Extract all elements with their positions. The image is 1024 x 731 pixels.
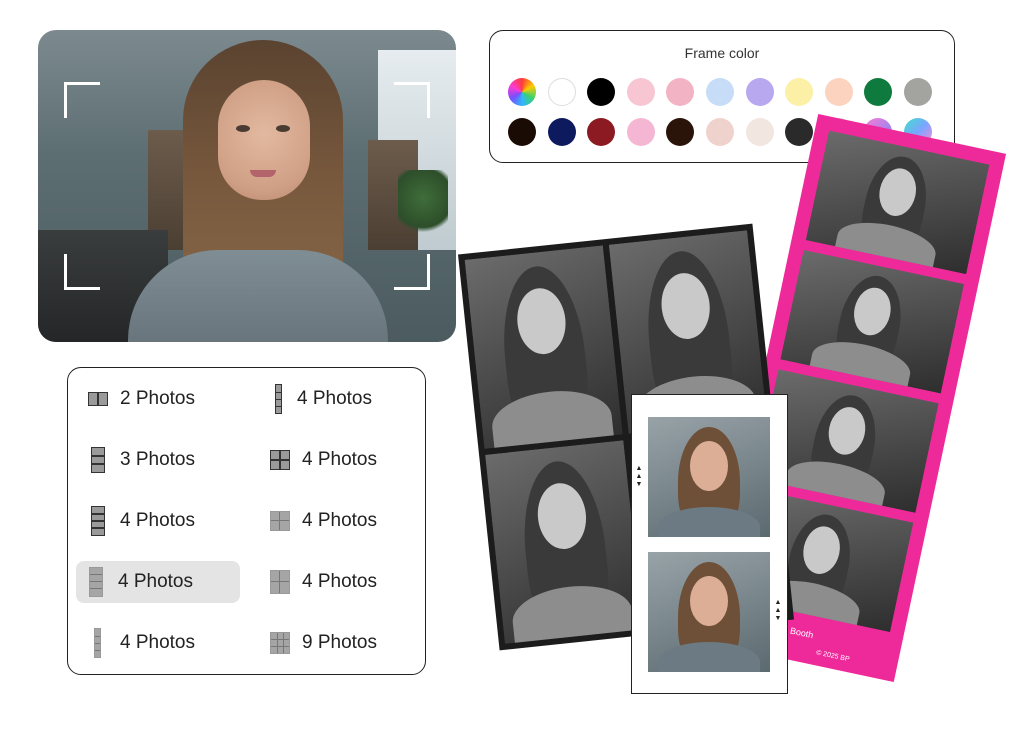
strip-copyright: © 2025 BP <box>815 649 851 664</box>
layout-4-strip-thin-icon <box>275 384 282 414</box>
color-swatch[interactable] <box>666 78 695 106</box>
color-swatch[interactable] <box>587 78 616 106</box>
layout-option-9-photos[interactable]: 9 Photos <box>260 622 377 664</box>
viewfinder-corner-top-left <box>64 82 100 118</box>
color-swatch[interactable] <box>706 78 734 106</box>
color-swatch[interactable] <box>626 78 655 106</box>
layout-4-grid-icon <box>270 450 290 470</box>
color-swatch[interactable] <box>587 118 616 146</box>
camera-preview <box>38 30 456 342</box>
color-swatch[interactable] <box>745 78 774 106</box>
color-swatch[interactable] <box>904 78 932 106</box>
layout-9-grid-icon <box>270 632 290 654</box>
layout-4-vertical-light-icon <box>89 567 103 597</box>
viewfinder-corner-bottom-right <box>394 254 430 290</box>
layout-option-3-photos[interactable]: 3 Photos <box>78 439 195 481</box>
layout-option-4-photos-grid-light[interactable]: 4 Photos <box>260 500 377 542</box>
white-color-strip: ▲ ▲ ▼ ▲ ▲ ▼ <box>631 394 788 694</box>
color-swatch[interactable] <box>785 118 814 146</box>
frame-color-title: Frame color <box>684 45 760 61</box>
color-swatch[interactable] <box>824 78 853 106</box>
reorder-arrows-icon[interactable]: ▲ ▲ ▼ <box>774 599 782 623</box>
layout-options-panel: 2 Photos 4 Photos 3 Photos 4 Photos 4 Ph… <box>67 367 426 675</box>
subject-person <box>128 30 388 342</box>
layout-option-4-photos-narrow[interactable]: 4 Photos <box>78 622 195 664</box>
layout-3-vertical-icon <box>91 447 105 473</box>
layout-4-grid-wide-icon <box>270 570 290 594</box>
viewfinder-corner-bottom-left <box>64 254 100 290</box>
layout-option-2-photos[interactable]: 2 Photos <box>78 378 195 420</box>
color-swatch[interactable] <box>706 118 734 146</box>
background-plant <box>398 170 448 240</box>
color-swatch[interactable] <box>745 118 774 146</box>
layout-option-4-photos-grid[interactable]: 4 Photos <box>260 439 377 481</box>
layout-option-4-photos-vertical[interactable]: 4 Photos <box>78 500 195 542</box>
color-swatch[interactable] <box>864 78 893 106</box>
reorder-arrows-icon[interactable]: ▲ ▲ ▼ <box>635 465 643 489</box>
layout-option-4-photos-thin[interactable]: 4 Photos <box>260 378 372 420</box>
layout-4-vertical-icon <box>91 506 105 536</box>
layout-4-grid-light-icon <box>270 511 290 531</box>
color-swatch[interactable] <box>626 118 655 146</box>
layout-4-strip-narrow-icon <box>94 628 101 658</box>
layout-option-4-photos-grid-wide[interactable]: 4 Photos <box>260 561 377 603</box>
color-swatch[interactable] <box>785 78 814 106</box>
color-swatch[interactable] <box>547 78 576 106</box>
viewfinder-corner-top-right <box>394 82 430 118</box>
color-swatch[interactable] <box>666 118 695 146</box>
color-swatch[interactable] <box>508 78 536 106</box>
layout-option-4-photos-vertical-light[interactable]: 4 Photos <box>76 561 240 603</box>
layout-2-horizontal-icon <box>88 392 108 406</box>
color-swatch[interactable] <box>508 118 536 146</box>
color-swatch[interactable] <box>547 118 576 146</box>
